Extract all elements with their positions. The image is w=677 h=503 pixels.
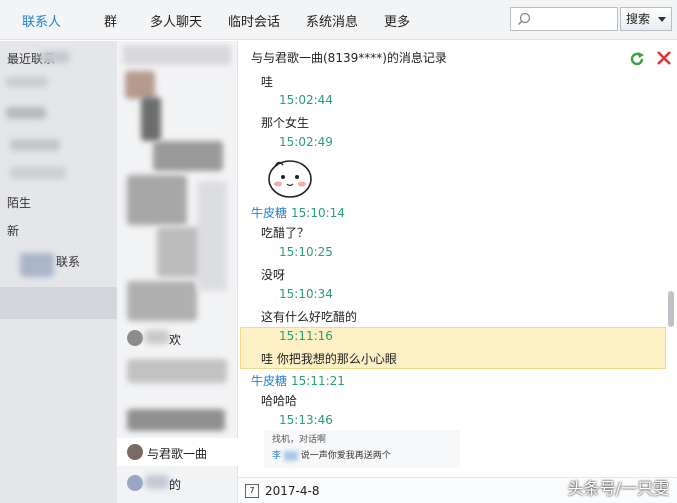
- calendar-icon[interactable]: 7: [245, 484, 259, 498]
- redacted-blur: [197, 181, 227, 291]
- message-time: 15:02:49: [279, 135, 333, 149]
- contact-row-selected[interactable]: 与君歌一曲: [117, 438, 238, 466]
- message-time: 15:10:34: [279, 287, 333, 301]
- search-button-label: 搜索: [626, 12, 651, 26]
- quoted-message: 找机，对话啊 李 说一声你爱我再送两个: [264, 430, 460, 468]
- search-icon: [517, 12, 531, 26]
- refresh-icon[interactable]: [628, 50, 646, 68]
- redacted-blur: [125, 71, 155, 99]
- message-text: 哇 你把我想的那么小心眼: [261, 352, 397, 366]
- contacts-label[interactable]: 联系: [56, 253, 80, 270]
- strangers-label[interactable]: 陌生: [7, 194, 31, 211]
- contact-row[interactable]: 欢: [117, 324, 238, 352]
- close-icon[interactable]: [655, 49, 673, 67]
- new-friends-label[interactable]: 新: [7, 222, 19, 239]
- top-nav: 联系人 群 多人聊天 临时会话 系统消息 更多 搜索: [0, 0, 677, 40]
- redacted-blur: [127, 281, 197, 321]
- avatar: [127, 330, 143, 346]
- message-text: 哈哈哈: [261, 394, 298, 408]
- redacted-blur: [127, 359, 227, 383]
- message-text: 那个女生: [261, 116, 310, 130]
- message-time: 15:11:16: [279, 329, 333, 343]
- redacted-blur: [145, 330, 169, 344]
- redacted-blur: [6, 77, 48, 87]
- sender-name[interactable]: 牛皮糖: [251, 206, 287, 220]
- redacted-blur: [40, 51, 70, 63]
- history-title: 与与君歌一曲(8139****)的消息记录: [251, 51, 447, 65]
- search-input[interactable]: [510, 7, 618, 31]
- message-text: 吃醋了？: [261, 226, 310, 240]
- avatar: [127, 475, 143, 491]
- message-time: 15:13:46: [279, 413, 333, 427]
- redacted-blur: [6, 107, 46, 119]
- redacted-blur: [153, 141, 223, 171]
- message-time: 15:02:44: [279, 93, 333, 107]
- tab-system-messages[interactable]: 系统消息: [306, 11, 358, 30]
- sender-time: 15:11:21: [291, 374, 345, 388]
- scrollbar-thumb[interactable]: [668, 291, 674, 327]
- contact-list: 欢 与君歌一曲 的: [117, 41, 238, 503]
- redacted-blur: [127, 175, 187, 225]
- redacted-blur: [10, 139, 60, 151]
- contact-name: 的: [169, 478, 182, 492]
- message-history-panel: 与与君歌一曲(8139****)的消息记录 哇 15:02:44 那个女生 15…: [238, 41, 677, 503]
- sender-name[interactable]: 牛皮糖: [251, 374, 287, 388]
- sender-line: 牛皮糖 15:10:14: [251, 204, 345, 221]
- tab-more[interactable]: 更多: [384, 11, 410, 30]
- tab-multi-chat[interactable]: 多人聊天: [150, 11, 202, 30]
- redacted-blur: [145, 475, 169, 489]
- selected-category[interactable]: [0, 287, 117, 319]
- search-button[interactable]: 搜索: [620, 7, 672, 31]
- watermark: 头条号/一只雯: [567, 479, 669, 498]
- redacted-blur: [10, 167, 66, 179]
- quote-sender: 李: [272, 451, 282, 461]
- sticker-image: [268, 160, 312, 198]
- contact-name: 欢: [169, 333, 182, 347]
- redacted-blur: [283, 450, 298, 461]
- redacted-blur: [127, 409, 225, 431]
- quote-line: 李 说一声你爱我再送两个: [272, 448, 391, 461]
- avatar: [127, 444, 143, 460]
- tab-temp-session[interactable]: 临时会话: [228, 11, 280, 30]
- redacted-blur: [123, 45, 231, 65]
- message-text: 哇: [261, 75, 274, 89]
- chevron-down-icon[interactable]: [658, 17, 666, 22]
- message-text: 这有什么好吃醋的: [261, 310, 358, 324]
- left-sidebar: 最近联系 陌生 新 联系: [0, 41, 117, 503]
- message-time: 15:10:25: [279, 245, 333, 259]
- contact-name: 与君歌一曲: [147, 447, 208, 461]
- quote-text: 找机，对话啊: [272, 435, 327, 445]
- sender-line: 牛皮糖 15:11:21: [251, 372, 345, 389]
- sender-time: 15:10:14: [291, 206, 345, 220]
- current-date: 2017-4-8: [265, 484, 320, 498]
- redacted-blur: [20, 253, 54, 277]
- contact-row[interactable]: 的: [117, 469, 238, 497]
- tab-contacts[interactable]: 联系人: [22, 11, 61, 30]
- tab-groups[interactable]: 群: [104, 11, 117, 30]
- redacted-blur: [141, 97, 161, 141]
- message-text: 没呀: [261, 268, 286, 282]
- quote-text: 说一声你爱我再送两个: [300, 451, 391, 461]
